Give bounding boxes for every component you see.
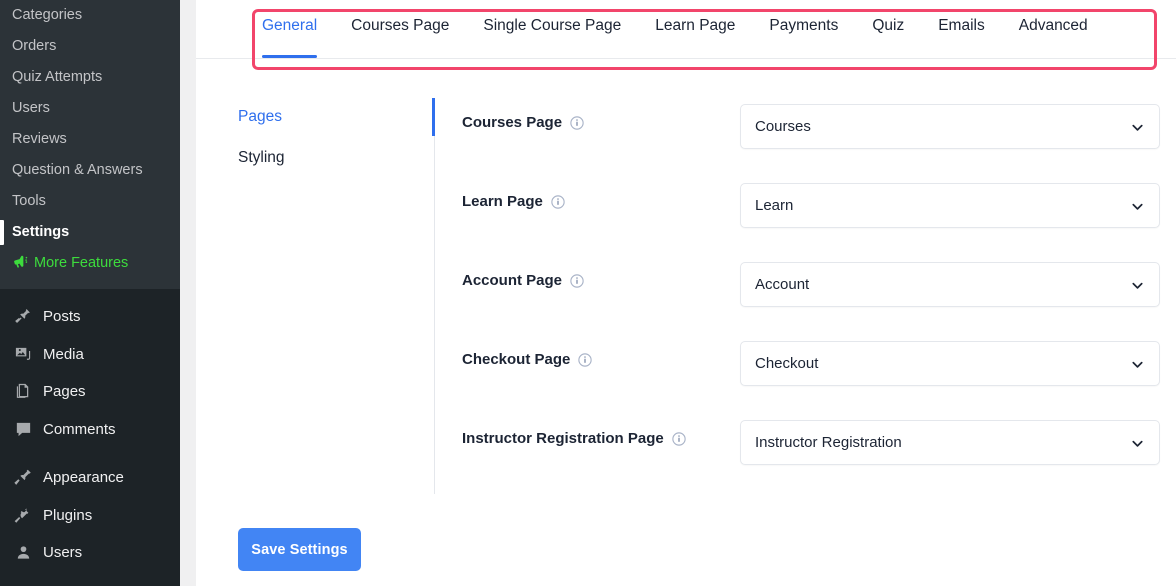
sidebar-item-comments[interactable]: Comments bbox=[0, 411, 180, 449]
wp-admin-sidebar: Categories Orders Quiz Attempts Users Review… bbox=[0, 0, 180, 586]
tab-courses-page[interactable]: Courses Page bbox=[351, 0, 449, 58]
field-row-checkout-page: Checkout Page Checkout bbox=[462, 341, 1160, 420]
comment-icon bbox=[12, 419, 34, 439]
tab-advanced[interactable]: Advanced bbox=[1019, 0, 1088, 58]
appearance-icon bbox=[12, 468, 34, 488]
select-wrapper-learn-page: Learn bbox=[740, 183, 1160, 228]
sidebar-submenu-item-categories[interactable]: Categories bbox=[0, 0, 180, 31]
select-value: Learn bbox=[755, 197, 794, 214]
sidebar-submenu-item-quiz-attempts[interactable]: Quiz Attempts bbox=[0, 62, 180, 93]
menu-separator bbox=[0, 448, 180, 459]
field-label-learn-page: Learn Page bbox=[462, 183, 740, 210]
sidebar-item-label: Media bbox=[43, 345, 84, 363]
subnav-item-styling[interactable]: Styling bbox=[238, 145, 428, 170]
field-row-account-page: Account Page Account bbox=[462, 262, 1160, 341]
pin-icon bbox=[12, 307, 34, 327]
settings-tab-bar: General Courses Page Single Course Page Lea… bbox=[196, 0, 1176, 59]
field-label-text: Instructor Registration Page bbox=[462, 430, 664, 447]
sidebar-item-label: Users bbox=[43, 544, 83, 562]
sidebar-item-label: Appearance bbox=[43, 469, 124, 487]
select-instructor-registration-page[interactable]: Instructor Registration bbox=[740, 420, 1160, 465]
select-wrapper-account-page: Account bbox=[740, 262, 1160, 307]
tab-quiz[interactable]: Quiz bbox=[872, 0, 904, 58]
plugin-submenu: Categories Orders Quiz Attempts Users Review… bbox=[0, 0, 180, 289]
select-checkout-page[interactable]: Checkout bbox=[740, 341, 1160, 386]
user-icon bbox=[12, 543, 34, 563]
sidebar-item-pages[interactable]: Pages bbox=[0, 373, 180, 411]
sidebar-item-posts[interactable]: Posts bbox=[0, 298, 180, 336]
sidebar-submenu-label: Categories bbox=[12, 7, 83, 23]
subnav-item-pages[interactable]: Pages bbox=[238, 104, 428, 129]
megaphone-icon bbox=[12, 251, 28, 282]
field-label-courses-page: Courses Page bbox=[462, 104, 740, 131]
tab-payments[interactable]: Payments bbox=[769, 0, 838, 58]
sidebar-submenu-item-more-features[interactable]: More Features bbox=[0, 248, 180, 279]
plug-icon bbox=[12, 505, 34, 525]
sidebar-submenu-item-tools[interactable]: Tools bbox=[0, 186, 180, 217]
sidebar-submenu-label: Reviews bbox=[12, 131, 67, 147]
tab-emails[interactable]: Emails bbox=[938, 0, 985, 58]
field-label-text: Learn Page bbox=[462, 193, 543, 210]
field-label-account-page: Account Page bbox=[462, 262, 740, 289]
sidebar-submenu-label: Quiz Attempts bbox=[12, 69, 103, 85]
sidebar-item-label: Pages bbox=[43, 383, 86, 401]
pages-settings-form: Courses Page Courses Learn Page Learn Accoun… bbox=[462, 104, 1160, 499]
sidebar-submenu-label: Settings bbox=[12, 224, 70, 240]
subnav-active-indicator bbox=[432, 98, 435, 136]
sidebar-submenu-item-question-answers[interactable]: Question & Answers bbox=[0, 155, 180, 186]
pages-icon bbox=[12, 382, 34, 402]
tab-general[interactable]: General bbox=[262, 0, 318, 58]
subnav-divider bbox=[434, 98, 435, 494]
info-icon[interactable] bbox=[551, 194, 565, 209]
sidebar-submenu-label: Tools bbox=[12, 193, 46, 209]
select-value: Instructor Registration bbox=[755, 434, 902, 451]
sidebar-item-users[interactable]: Users bbox=[0, 534, 180, 572]
field-row-courses-page: Courses Page Courses bbox=[462, 104, 1160, 183]
wp-main-menu: Posts Media Pages Comments Appearance Plugins… bbox=[0, 298, 180, 572]
select-value: Account bbox=[755, 276, 810, 293]
info-icon[interactable] bbox=[570, 273, 584, 288]
media-icon bbox=[12, 344, 34, 364]
info-icon[interactable] bbox=[672, 431, 686, 446]
sidebar-submenu-label: Orders bbox=[12, 38, 57, 54]
sidebar-submenu-label: More Features bbox=[34, 255, 129, 271]
admin-settings-screen: Categories Orders Quiz Attempts Users Review… bbox=[0, 0, 1176, 586]
select-account-page[interactable]: Account bbox=[740, 262, 1160, 307]
field-label-text: Account Page bbox=[462, 272, 563, 289]
select-wrapper-instructor-registration-page: Instructor Registration bbox=[740, 420, 1160, 465]
settings-subnav: Pages Styling bbox=[238, 104, 428, 186]
menu-divider bbox=[0, 289, 180, 298]
save-settings-button[interactable]: Save Settings bbox=[238, 528, 361, 571]
select-wrapper-courses-page: Courses bbox=[740, 104, 1160, 149]
field-row-learn-page: Learn Page Learn bbox=[462, 183, 1160, 262]
sidebar-submenu-label: Question & Answers bbox=[12, 162, 143, 178]
sidebar-item-label: Comments bbox=[43, 420, 116, 438]
tab-single-course-page[interactable]: Single Course Page bbox=[483, 0, 621, 58]
field-label-text: Courses Page bbox=[462, 114, 563, 131]
sidebar-item-appearance[interactable]: Appearance bbox=[0, 459, 180, 497]
select-value: Checkout bbox=[755, 355, 819, 372]
sidebar-item-plugins[interactable]: Plugins bbox=[0, 497, 180, 535]
select-learn-page[interactable]: Learn bbox=[740, 183, 1160, 228]
info-icon[interactable] bbox=[570, 115, 584, 130]
field-row-instructor-registration-page: Instructor Registration Page Instructor R… bbox=[462, 420, 1160, 499]
info-icon[interactable] bbox=[578, 352, 593, 367]
select-courses-page[interactable]: Courses bbox=[740, 104, 1160, 149]
tab-learn-page[interactable]: Learn Page bbox=[655, 0, 735, 58]
field-label-instructor-registration-page: Instructor Registration Page bbox=[462, 420, 740, 447]
field-label-checkout-page: Checkout Page bbox=[462, 341, 740, 368]
sidebar-item-media[interactable]: Media bbox=[0, 336, 180, 374]
sidebar-submenu-item-orders[interactable]: Orders bbox=[0, 31, 180, 62]
select-wrapper-checkout-page: Checkout bbox=[740, 341, 1160, 386]
field-label-text: Checkout Page bbox=[462, 351, 571, 368]
sidebar-item-label: Plugins bbox=[43, 506, 93, 524]
sidebar-submenu-item-settings[interactable]: Settings bbox=[0, 217, 180, 248]
sidebar-submenu-label: Users bbox=[12, 100, 50, 116]
select-value: Courses bbox=[755, 118, 811, 135]
settings-content-panel: General Courses Page Single Course Page Lea… bbox=[196, 0, 1176, 586]
sidebar-submenu-item-users[interactable]: Users bbox=[0, 93, 180, 124]
sidebar-submenu-item-reviews[interactable]: Reviews bbox=[0, 124, 180, 155]
sidebar-item-label: Posts bbox=[43, 308, 81, 326]
